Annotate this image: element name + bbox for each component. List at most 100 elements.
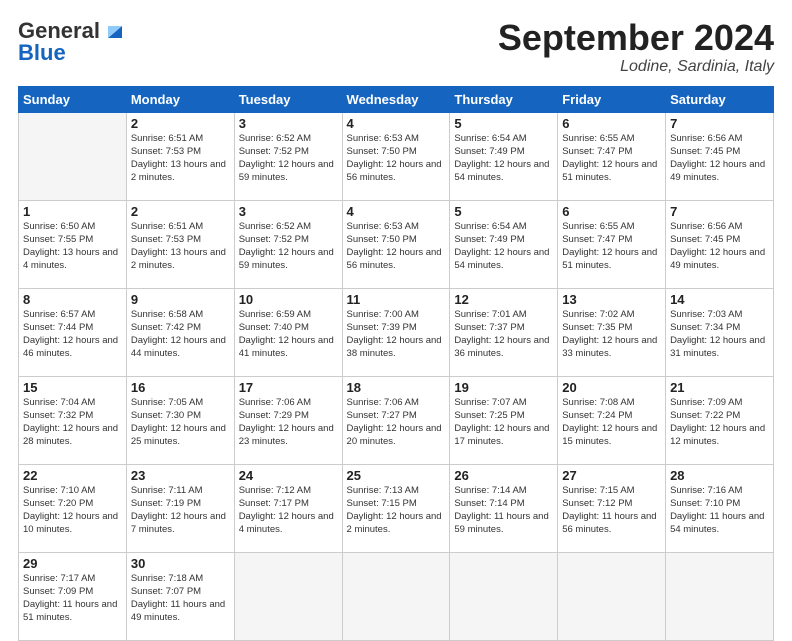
calendar-cell: 6 Sunrise: 6:55 AM Sunset: 7:47 PM Dayli… xyxy=(558,112,666,200)
day-info: Sunrise: 7:07 AM Sunset: 7:25 PM Dayligh… xyxy=(454,396,553,449)
sunrise: Sunrise: 7:13 AM xyxy=(347,485,419,496)
calendar-cell: 8 Sunrise: 6:57 AM Sunset: 7:44 PM Dayli… xyxy=(19,288,127,376)
daylight: Daylight: 12 hours and 44 minutes. xyxy=(131,335,226,359)
daylight: Daylight: 12 hours and 54 minutes. xyxy=(454,247,549,271)
sunset: Sunset: 7:40 PM xyxy=(239,322,309,333)
calendar-cell: 4 Sunrise: 6:53 AM Sunset: 7:50 PM Dayli… xyxy=(342,112,450,200)
day-number: 16 xyxy=(131,380,230,395)
sunrise: Sunrise: 7:03 AM xyxy=(670,309,742,320)
sunset: Sunset: 7:50 PM xyxy=(347,234,417,245)
sunset: Sunset: 7:20 PM xyxy=(23,498,93,509)
logo-icon xyxy=(104,20,126,42)
sunrise: Sunrise: 7:17 AM xyxy=(23,573,95,584)
header-monday: Monday xyxy=(126,86,234,112)
sunset: Sunset: 7:45 PM xyxy=(670,234,740,245)
sunrise: Sunrise: 6:59 AM xyxy=(239,309,311,320)
sunrise: Sunrise: 7:02 AM xyxy=(562,309,634,320)
daylight: Daylight: 12 hours and 20 minutes. xyxy=(347,423,442,447)
sunset: Sunset: 7:39 PM xyxy=(347,322,417,333)
sunrise: Sunrise: 6:51 AM xyxy=(131,133,203,144)
sunrise: Sunrise: 6:55 AM xyxy=(562,133,634,144)
daylight: Daylight: 11 hours and 59 minutes. xyxy=(454,511,548,535)
day-number: 17 xyxy=(239,380,338,395)
sunrise: Sunrise: 6:52 AM xyxy=(239,221,311,232)
daylight: Daylight: 12 hours and 25 minutes. xyxy=(131,423,226,447)
sunset: Sunset: 7:35 PM xyxy=(562,322,632,333)
daylight: Daylight: 12 hours and 49 minutes. xyxy=(670,159,765,183)
sunset: Sunset: 7:49 PM xyxy=(454,146,524,157)
day-info: Sunrise: 6:53 AM Sunset: 7:50 PM Dayligh… xyxy=(347,220,446,273)
calendar-week-0: 2 Sunrise: 6:51 AM Sunset: 7:53 PM Dayli… xyxy=(19,112,774,200)
sunset: Sunset: 7:47 PM xyxy=(562,234,632,245)
day-info: Sunrise: 7:01 AM Sunset: 7:37 PM Dayligh… xyxy=(454,308,553,361)
day-number: 3 xyxy=(239,116,338,131)
day-number: 21 xyxy=(670,380,769,395)
sunset: Sunset: 7:49 PM xyxy=(454,234,524,245)
day-number: 11 xyxy=(347,292,446,307)
day-number: 2 xyxy=(131,204,230,219)
day-info: Sunrise: 7:12 AM Sunset: 7:17 PM Dayligh… xyxy=(239,484,338,537)
day-info: Sunrise: 6:52 AM Sunset: 7:52 PM Dayligh… xyxy=(239,132,338,185)
day-number: 23 xyxy=(131,468,230,483)
sunrise: Sunrise: 6:50 AM xyxy=(23,221,95,232)
header-saturday: Saturday xyxy=(666,86,774,112)
sunset: Sunset: 7:27 PM xyxy=(347,410,417,421)
day-info: Sunrise: 6:55 AM Sunset: 7:47 PM Dayligh… xyxy=(562,132,661,185)
logo-blue-text: Blue xyxy=(18,40,66,66)
day-info: Sunrise: 7:16 AM Sunset: 7:10 PM Dayligh… xyxy=(670,484,769,537)
sunset: Sunset: 7:45 PM xyxy=(670,146,740,157)
daylight: Daylight: 12 hours and 59 minutes. xyxy=(239,247,334,271)
day-number: 27 xyxy=(562,468,661,483)
sunset: Sunset: 7:10 PM xyxy=(670,498,740,509)
day-info: Sunrise: 7:06 AM Sunset: 7:27 PM Dayligh… xyxy=(347,396,446,449)
title-area: September 2024 Lodine, Sardinia, Italy xyxy=(498,18,774,76)
day-info: Sunrise: 7:15 AM Sunset: 7:12 PM Dayligh… xyxy=(562,484,661,537)
day-number: 15 xyxy=(23,380,122,395)
sunrise: Sunrise: 7:06 AM xyxy=(347,397,419,408)
calendar-cell: 22 Sunrise: 7:10 AM Sunset: 7:20 PM Dayl… xyxy=(19,464,127,552)
day-info: Sunrise: 6:56 AM Sunset: 7:45 PM Dayligh… xyxy=(670,132,769,185)
day-info: Sunrise: 6:54 AM Sunset: 7:49 PM Dayligh… xyxy=(454,132,553,185)
calendar-cell: 19 Sunrise: 7:07 AM Sunset: 7:25 PM Dayl… xyxy=(450,376,558,464)
calendar-cell xyxy=(19,112,127,200)
sunrise: Sunrise: 7:11 AM xyxy=(131,485,203,496)
calendar-cell: 2 Sunrise: 6:51 AM Sunset: 7:53 PM Dayli… xyxy=(126,200,234,288)
daylight: Daylight: 12 hours and 7 minutes. xyxy=(131,511,226,535)
sunrise: Sunrise: 7:00 AM xyxy=(347,309,419,320)
daylight: Daylight: 12 hours and 59 minutes. xyxy=(239,159,334,183)
sunset: Sunset: 7:53 PM xyxy=(131,234,201,245)
sunset: Sunset: 7:07 PM xyxy=(131,586,201,597)
calendar-cell: 17 Sunrise: 7:06 AM Sunset: 7:29 PM Dayl… xyxy=(234,376,342,464)
calendar-cell: 28 Sunrise: 7:16 AM Sunset: 7:10 PM Dayl… xyxy=(666,464,774,552)
sunrise: Sunrise: 6:54 AM xyxy=(454,221,526,232)
daylight: Daylight: 12 hours and 54 minutes. xyxy=(454,159,549,183)
daylight: Daylight: 11 hours and 56 minutes. xyxy=(562,511,656,535)
sunrise: Sunrise: 6:53 AM xyxy=(347,133,419,144)
day-info: Sunrise: 7:06 AM Sunset: 7:29 PM Dayligh… xyxy=(239,396,338,449)
sunset: Sunset: 7:25 PM xyxy=(454,410,524,421)
calendar-cell: 3 Sunrise: 6:52 AM Sunset: 7:52 PM Dayli… xyxy=(234,200,342,288)
day-number: 20 xyxy=(562,380,661,395)
sunrise: Sunrise: 7:04 AM xyxy=(23,397,95,408)
sunrise: Sunrise: 7:18 AM xyxy=(131,573,203,584)
day-info: Sunrise: 7:08 AM Sunset: 7:24 PM Dayligh… xyxy=(562,396,661,449)
day-info: Sunrise: 7:02 AM Sunset: 7:35 PM Dayligh… xyxy=(562,308,661,361)
day-info: Sunrise: 7:13 AM Sunset: 7:15 PM Dayligh… xyxy=(347,484,446,537)
daylight: Daylight: 11 hours and 54 minutes. xyxy=(670,511,764,535)
sunrise: Sunrise: 7:05 AM xyxy=(131,397,203,408)
calendar-week-1: 1 Sunrise: 6:50 AM Sunset: 7:55 PM Dayli… xyxy=(19,200,774,288)
header-wednesday: Wednesday xyxy=(342,86,450,112)
daylight: Daylight: 12 hours and 51 minutes. xyxy=(562,247,657,271)
day-info: Sunrise: 6:58 AM Sunset: 7:42 PM Dayligh… xyxy=(131,308,230,361)
daylight: Daylight: 12 hours and 12 minutes. xyxy=(670,423,765,447)
daylight: Daylight: 11 hours and 51 minutes. xyxy=(23,599,117,623)
calendar-cell: 20 Sunrise: 7:08 AM Sunset: 7:24 PM Dayl… xyxy=(558,376,666,464)
daylight: Daylight: 12 hours and 33 minutes. xyxy=(562,335,657,359)
sunrise: Sunrise: 7:14 AM xyxy=(454,485,526,496)
daylight: Daylight: 12 hours and 41 minutes. xyxy=(239,335,334,359)
daylight: Daylight: 12 hours and 36 minutes. xyxy=(454,335,549,359)
calendar-cell: 5 Sunrise: 6:54 AM Sunset: 7:49 PM Dayli… xyxy=(450,200,558,288)
calendar-cell: 29 Sunrise: 7:17 AM Sunset: 7:09 PM Dayl… xyxy=(19,552,127,640)
day-number: 13 xyxy=(562,292,661,307)
calendar-cell: 10 Sunrise: 6:59 AM Sunset: 7:40 PM Dayl… xyxy=(234,288,342,376)
